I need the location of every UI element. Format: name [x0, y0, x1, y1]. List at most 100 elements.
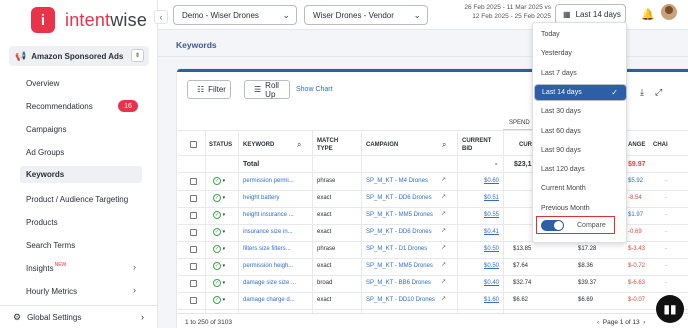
campaign-link[interactable]: SP_M_KT - DD10 Drones	[366, 297, 435, 303]
sidebar-item-search-terms[interactable]: Search Terms	[26, 238, 75, 252]
compare-toggle-row[interactable]: Compare	[536, 216, 615, 234]
rollup-button[interactable]: ☰ Roll Up	[244, 80, 290, 99]
sidebar-item-keywords[interactable]: Keywords	[20, 166, 142, 183]
keyword-link[interactable]: permission permi...	[243, 178, 294, 184]
bid-value[interactable]: $0.55	[484, 212, 499, 218]
chat-icon[interactable]: ▮▮	[656, 295, 684, 323]
date-option[interactable]: Today	[534, 26, 627, 43]
date-option[interactable]: Previous Month	[534, 200, 627, 217]
campaign-link[interactable]: SP_M_KT - BB6 Drones	[366, 280, 431, 286]
pagination[interactable]: ‹ Page 1 of 13 ›	[597, 319, 645, 326]
spend-change-header[interactable]: ANGE	[628, 141, 645, 149]
keyword-link[interactable]: damage charge d...	[243, 297, 295, 303]
status-toggle[interactable]: ✓ ▾	[213, 211, 225, 219]
sidebar-item-insights[interactable]: Insights NEW	[26, 261, 66, 275]
sidebar-item-products[interactable]: Products	[26, 215, 58, 229]
campaign-link[interactable]: SP_M_KT - MM5 Drones	[366, 263, 433, 269]
change-pct-header[interactable]: CHAI	[653, 141, 668, 149]
date-option[interactable]: Last 60 days	[534, 123, 627, 140]
external-link-icon[interactable]: ↗	[441, 193, 446, 200]
search-icon[interactable]: ⌕	[442, 140, 446, 150]
sidebar-item-campaigns[interactable]: Campaigns	[26, 122, 66, 136]
status-toggle[interactable]: ✓ ▾	[213, 296, 225, 304]
status-toggle[interactable]: ✓ ▾	[213, 245, 225, 253]
row-checkbox[interactable]	[190, 195, 197, 202]
sidebar-item-ad-groups[interactable]: Ad Groups	[26, 145, 64, 159]
date-option[interactable]: Last 120 days	[534, 161, 627, 178]
row-checkbox[interactable]	[190, 246, 197, 253]
sidebar-item-hourly-metrics[interactable]: Hourly Metrics	[26, 284, 77, 298]
sidebar-item-product-targeting[interactable]: Product / Audience Targeting	[26, 192, 128, 206]
campaign-link[interactable]: SP_M_KT - MM5 Drones	[366, 212, 433, 218]
table-row[interactable]: ✓ ▾ permission heigh... exact SP_M_KT - MM5…	[178, 259, 688, 275]
bid-value[interactable]: $0.41	[484, 229, 499, 235]
date-range-button[interactable]: ▦ Last 14 days	[555, 4, 626, 24]
current-bid-header[interactable]: CURRENT BID	[462, 137, 491, 153]
global-settings[interactable]: ⚙ Global Settings ›	[0, 305, 157, 328]
show-chart-link[interactable]: Show Chart	[296, 86, 333, 93]
keyword-link[interactable]: permission heigh...	[243, 263, 293, 269]
row-checkbox[interactable]	[190, 280, 197, 287]
bid-value[interactable]: $0.40	[484, 280, 499, 286]
bid-value[interactable]: $1.60	[484, 297, 499, 303]
keyword-link[interactable]: insurance size in...	[243, 229, 293, 235]
table-row[interactable]: ✓ ▾ damage charge d... exact SP_M_KT - DD10…	[178, 293, 688, 309]
date-option[interactable]: Last 30 days	[534, 103, 627, 120]
campaign-link[interactable]: SP_M_KT - DD6 Drones	[366, 229, 432, 235]
bid-value[interactable]: $0.51	[484, 195, 499, 201]
date-option[interactable]: Yesterday	[534, 45, 627, 62]
date-option[interactable]: Last 7 days	[534, 65, 627, 82]
bid-value[interactable]: $0.50	[484, 263, 499, 269]
status-toggle[interactable]: ✓ ▾	[213, 228, 225, 236]
date-option[interactable]: Last 90 days	[534, 142, 627, 159]
table-row[interactable]: ✓ ▾ filters size filters... phrase SP_M_KT …	[178, 242, 688, 258]
profile-select[interactable]: Wiser Drones - Vendor ⌄	[304, 5, 428, 25]
campaign-link[interactable]: SP_M_KT - D1 Drones	[366, 246, 427, 252]
compare-toggle[interactable]	[541, 219, 564, 231]
keyword-header[interactable]: KEYWORD	[243, 141, 274, 149]
collapse-sidebar-button[interactable]: ‹	[154, 10, 168, 24]
campaign-header[interactable]: CAMPAIGN	[366, 141, 398, 149]
external-link-icon[interactable]: ↗	[441, 210, 446, 217]
keyword-link[interactable]: filters size filters...	[243, 246, 291, 252]
external-link-icon[interactable]: ↗	[441, 244, 446, 251]
account-select[interactable]: Demo - Wiser Drones ⌄	[173, 5, 297, 25]
product-selector[interactable]: 📢 Amazon Sponsored Ads ⇕	[9, 46, 149, 66]
match-type-header[interactable]: MATCH TYPE	[317, 137, 338, 153]
status-header[interactable]: STATUS	[209, 141, 232, 149]
expand-icon[interactable]: ⤢	[655, 87, 662, 98]
bell-icon[interactable]: 🔔	[641, 8, 655, 21]
campaign-link[interactable]: SP_M_KT - DD6 Drones	[366, 195, 432, 201]
status-toggle[interactable]: ✓ ▾	[213, 262, 225, 270]
row-checkbox[interactable]	[190, 178, 197, 185]
avatar[interactable]	[661, 4, 677, 20]
date-option[interactable]: Last 14 days ✓	[534, 83, 627, 101]
status-toggle[interactable]: ✓ ▾	[213, 279, 225, 287]
external-link-icon[interactable]: ↗	[441, 227, 446, 234]
status-toggle[interactable]: ✓ ▾	[213, 194, 225, 202]
row-checkbox[interactable]	[190, 297, 197, 304]
sidebar-item-recommendations[interactable]: Recommendations	[26, 99, 93, 113]
external-link-icon[interactable]: ↗	[441, 295, 446, 302]
row-checkbox[interactable]	[190, 212, 197, 219]
row-checkbox[interactable]	[190, 229, 197, 236]
date-option[interactable]: Current Month	[534, 180, 627, 197]
campaign-link[interactable]: SP_M_KT - M4 Drones	[366, 178, 428, 184]
logo[interactable]: i intentwise	[31, 7, 147, 33]
external-link-icon[interactable]: ↗	[441, 278, 446, 285]
filter-button[interactable]: ☷ Filter	[187, 80, 231, 99]
bid-value[interactable]: $0.50	[484, 246, 499, 252]
row-checkbox[interactable]	[190, 263, 197, 270]
select-all-checkbox[interactable]	[190, 141, 197, 148]
keyword-link[interactable]: damage size size ...	[243, 280, 296, 286]
external-link-icon[interactable]: ↗	[441, 261, 446, 268]
status-toggle[interactable]: ✓ ▾	[213, 177, 225, 185]
external-link-icon[interactable]: ↗	[441, 176, 446, 183]
sidebar-item-overview[interactable]: Overview	[26, 76, 59, 90]
table-row[interactable]: ✓ ▾ damage size size ... broad SP_M_KT - BB…	[178, 276, 688, 292]
search-icon[interactable]: ⌕	[297, 140, 301, 150]
download-icon[interactable]: ⤓	[640, 87, 644, 98]
keyword-link[interactable]: height battery	[243, 195, 279, 201]
keyword-link[interactable]: height insurance ...	[243, 212, 294, 218]
bid-value[interactable]: $0.60	[484, 178, 499, 184]
